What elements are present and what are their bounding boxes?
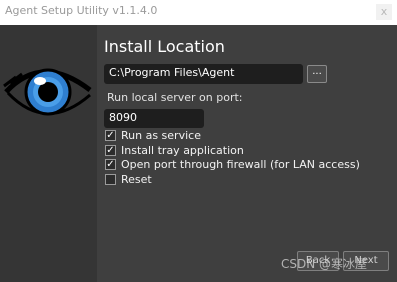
port-input[interactable]: 8090 [104, 109, 204, 128]
checkmark-icon: ✓ [106, 129, 115, 141]
open-firewall-checkbox[interactable]: ✓ [105, 158, 116, 170]
title-bar: Agent Setup Utility v1.1.4.0 x [0, 0, 397, 25]
run-as-service-label: Run as service [121, 128, 201, 142]
window-title: Agent Setup Utility v1.1.4.0 [5, 4, 158, 17]
left-panel [0, 25, 97, 282]
install-tray-option[interactable]: ✓ Install tray application [105, 143, 244, 157]
page-title: Install Location [104, 37, 225, 56]
checkmark-icon: ✓ [106, 144, 115, 156]
run-as-service-checkbox[interactable]: ✓ [105, 129, 116, 141]
install-tray-checkbox[interactable]: ✓ [105, 144, 116, 156]
reset-option[interactable]: Reset [105, 172, 152, 186]
open-firewall-label: Open port through firewall (for LAN acce… [121, 157, 360, 171]
close-icon[interactable]: x [376, 4, 392, 20]
checkmark-icon: ✓ [106, 158, 115, 170]
install-path-input[interactable]: C:\Program Files\Agent [104, 64, 303, 84]
port-label: Run local server on port: [107, 91, 243, 104]
open-firewall-option[interactable]: ✓ Open port through firewall (for LAN ac… [105, 157, 360, 171]
reset-checkbox[interactable] [105, 173, 116, 185]
eye-icon [3, 68, 92, 116]
install-tray-label: Install tray application [121, 143, 244, 157]
reset-label: Reset [121, 172, 152, 186]
watermark: CSDN @寒冰屋 [281, 257, 368, 271]
run-as-service-option[interactable]: ✓ Run as service [105, 128, 201, 142]
browse-button[interactable]: ... [307, 65, 327, 83]
setup-window: Agent Setup Utility v1.1.4.0 x Install L… [0, 0, 397, 282]
